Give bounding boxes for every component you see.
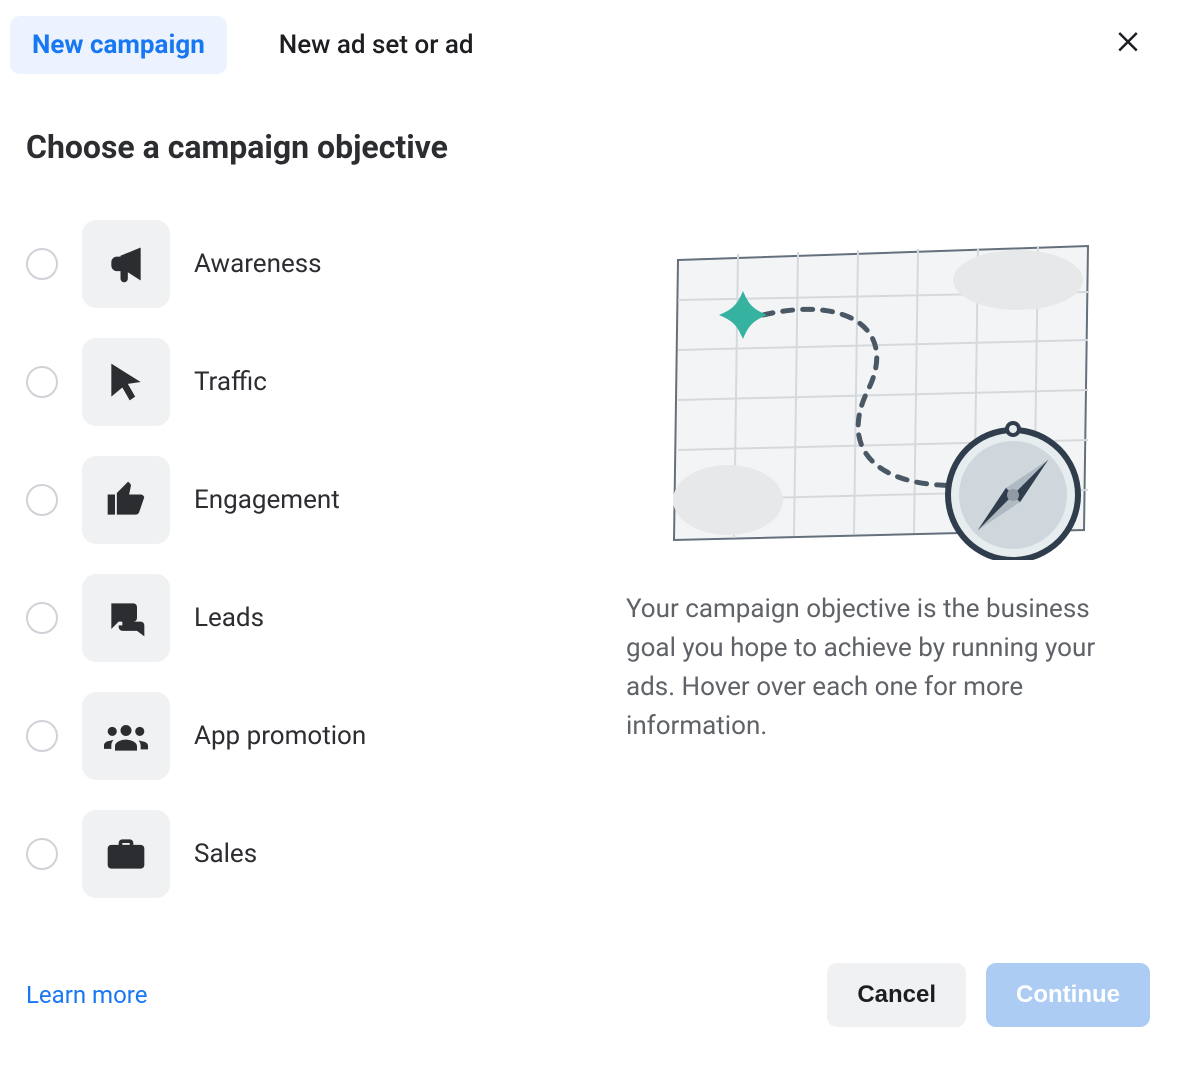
compass-map-illustration [668, 240, 1098, 560]
thumbs-up-icon [104, 478, 148, 522]
objective-label: Awareness [194, 249, 322, 279]
page-title: Choose a campaign objective [26, 128, 1150, 166]
objective-label: Engagement [194, 485, 340, 515]
radio-leads[interactable] [26, 602, 58, 634]
objective-engagement[interactable]: Engagement [26, 456, 586, 544]
objectives-list: Awareness Traffic Engagement [26, 180, 586, 933]
megaphone-icon [104, 242, 148, 286]
objective-awareness[interactable]: Awareness [26, 220, 586, 308]
objective-icon-box [82, 338, 170, 426]
radio-app-promotion[interactable] [26, 720, 58, 752]
info-panel: Your campaign objective is the business … [606, 180, 1150, 933]
objective-icon-box [82, 456, 170, 544]
close-button[interactable] [1106, 18, 1150, 62]
briefcase-icon [104, 832, 148, 876]
dialog-footer: Learn more Cancel Continue [10, 933, 1150, 1027]
objective-icon-box [82, 574, 170, 662]
tab-new-adset-or-ad[interactable]: New ad set or ad [257, 16, 496, 74]
objective-icon-box [82, 810, 170, 898]
radio-awareness[interactable] [26, 248, 58, 280]
objective-leads[interactable]: Leads [26, 574, 586, 662]
objective-sales[interactable]: Sales [26, 810, 586, 898]
chat-bubbles-icon [104, 596, 148, 640]
cancel-button[interactable]: Cancel [827, 963, 966, 1027]
objective-icon-box [82, 220, 170, 308]
learn-more-link[interactable]: Learn more [26, 981, 147, 1009]
new-campaign-dialog: New campaign New ad set or ad Choose a c… [0, 0, 1178, 1067]
objective-label: Traffic [194, 367, 267, 397]
tabs-row: New campaign New ad set or ad [10, 10, 1150, 80]
objective-icon-box [82, 692, 170, 780]
radio-traffic[interactable] [26, 366, 58, 398]
group-icon [104, 714, 148, 758]
continue-button[interactable]: Continue [986, 963, 1150, 1027]
objective-label: App promotion [194, 721, 366, 751]
objective-app-promotion[interactable]: App promotion [26, 692, 586, 780]
objective-label: Leads [194, 603, 264, 633]
cursor-icon [104, 360, 148, 404]
footer-buttons: Cancel Continue [827, 963, 1150, 1027]
objective-traffic[interactable]: Traffic [26, 338, 586, 426]
radio-sales[interactable] [26, 838, 58, 870]
info-description: Your campaign objective is the business … [626, 590, 1140, 746]
close-icon [1113, 25, 1143, 55]
content-row: Awareness Traffic Engagement [10, 180, 1150, 933]
objective-label: Sales [194, 839, 257, 869]
radio-engagement[interactable] [26, 484, 58, 516]
tab-new-campaign[interactable]: New campaign [10, 16, 227, 74]
